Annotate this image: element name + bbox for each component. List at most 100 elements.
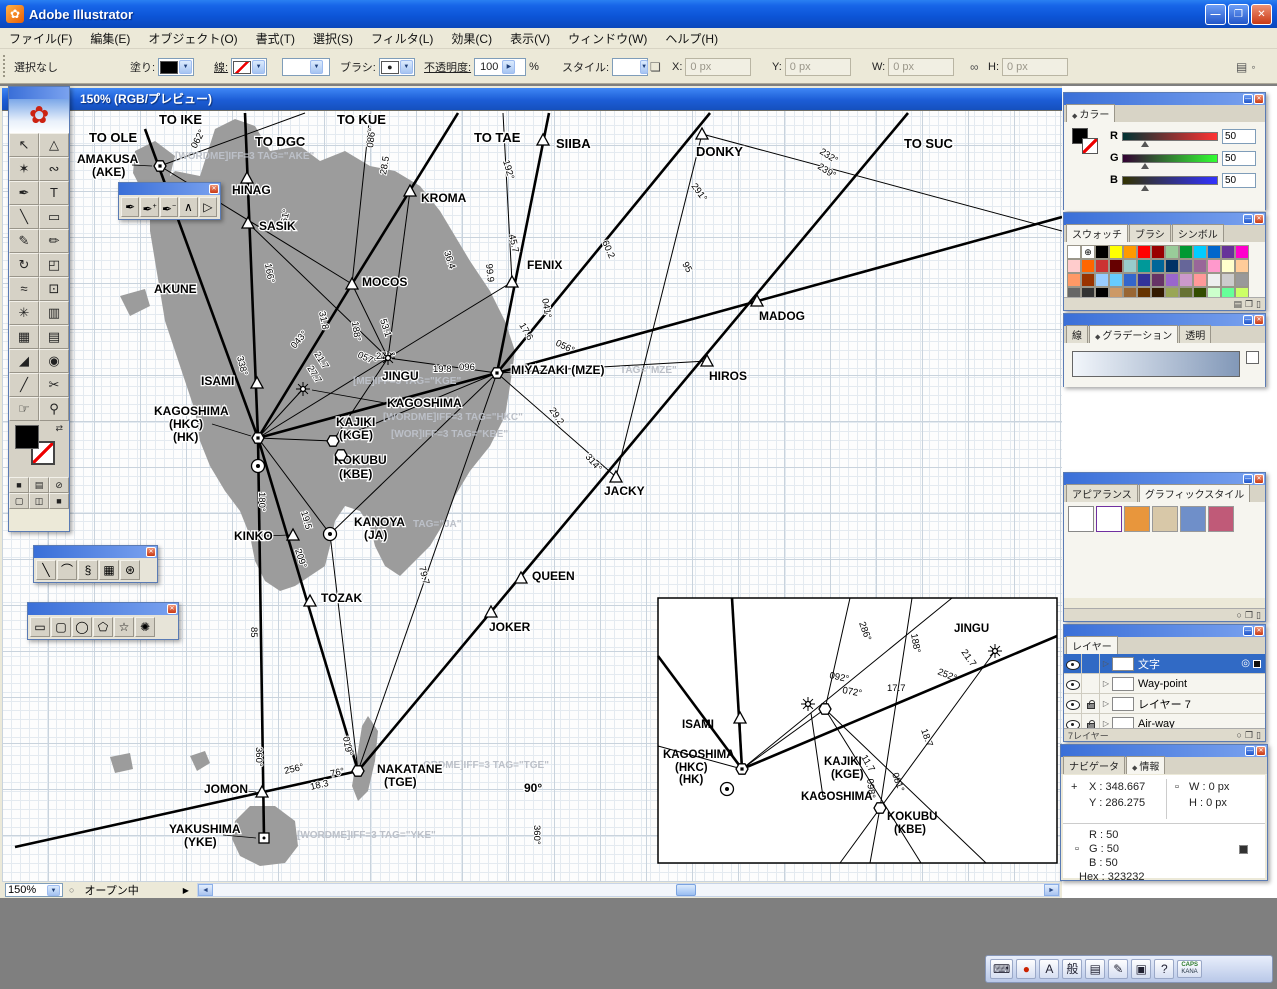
swatch[interactable]: [1081, 273, 1095, 287]
pen-tool[interactable]: ✒: [121, 197, 140, 217]
stroke-label[interactable]: 線:: [214, 59, 228, 75]
swatch[interactable]: [1081, 259, 1095, 273]
scale-tool[interactable]: ◰: [39, 253, 69, 277]
scroll-right-button[interactable]: ►: [1044, 884, 1059, 896]
target-icon[interactable]: ◎: [1241, 658, 1250, 669]
new-layer-icon[interactable]: ❐: [1245, 730, 1253, 741]
gradient-preview[interactable]: [1072, 351, 1240, 377]
none-button[interactable]: ⊘: [49, 477, 69, 493]
mesh-tool[interactable]: ▦: [9, 325, 39, 349]
swatch[interactable]: [1067, 245, 1081, 259]
y-field[interactable]: 0 px: [784, 58, 851, 76]
swatch[interactable]: [1193, 259, 1207, 273]
menu-オブジェクト(O)[interactable]: オブジェクト(O): [139, 28, 246, 49]
menu-ウィンドウ(W)[interactable]: ウィンドウ(W): [559, 28, 656, 49]
graphic-style[interactable]: [1208, 506, 1234, 532]
caps-kana-indicator[interactable]: CAPS KANA: [1177, 960, 1202, 978]
slider-marker[interactable]: [1140, 140, 1149, 147]
swatch[interactable]: [1193, 245, 1207, 259]
break-link-icon[interactable]: ○: [1237, 610, 1242, 620]
swatch[interactable]: [1221, 259, 1235, 273]
gradient-button[interactable]: ▤: [29, 477, 49, 493]
menu-効果(C)[interactable]: 効果(C): [442, 28, 501, 49]
input-mode[interactable]: A: [1039, 959, 1060, 979]
lock-column[interactable]: [1082, 673, 1100, 694]
swatch[interactable]: ⊕: [1081, 245, 1095, 259]
warp-tool[interactable]: ≈: [9, 277, 39, 301]
expand-arrow[interactable]: ▷: [1100, 674, 1112, 694]
document-title-bar[interactable]: 150% (RGB/プレビュー): [2, 88, 1068, 110]
pen-tool[interactable]: ✒: [9, 181, 39, 205]
menu-ファイル(F)[interactable]: ファイル(F): [0, 28, 81, 49]
ime-pad-icon[interactable]: ▤: [1085, 959, 1106, 979]
eyedropper-tool[interactable]: ◢: [9, 349, 39, 373]
props-icon[interactable]: ▣: [1131, 959, 1152, 979]
zoom-combo[interactable]: 150% ▼: [5, 883, 63, 897]
swatch[interactable]: [1109, 259, 1123, 273]
expand-arrow[interactable]: ▷: [1100, 694, 1112, 714]
swatch[interactable]: [1235, 245, 1249, 259]
opacity-label[interactable]: 不透明度:: [424, 59, 471, 75]
spiral-tool[interactable]: §: [78, 560, 98, 580]
blue-slider[interactable]: [1122, 175, 1218, 191]
slider-marker[interactable]: [1140, 162, 1149, 169]
language-icon[interactable]: ●: [1016, 959, 1037, 979]
minimize-icon[interactable]: —: [1243, 315, 1253, 325]
minimize-icon[interactable]: —: [1243, 626, 1253, 636]
brush-combo[interactable]: ● ▼: [378, 58, 415, 76]
swatch[interactable]: [1235, 273, 1249, 287]
swatch[interactable]: [1109, 245, 1123, 259]
graphic-style[interactable]: [1152, 506, 1178, 532]
full-screen-button[interactable]: ■: [49, 493, 69, 509]
tab-シンボル[interactable]: シンボル: [1171, 224, 1224, 242]
conversion-mode[interactable]: 般: [1062, 959, 1083, 979]
swatch[interactable]: [1165, 245, 1179, 259]
maximize-button[interactable]: ❐: [1228, 4, 1249, 25]
tab-ナビゲータ[interactable]: ナビゲータ: [1063, 756, 1125, 774]
lasso-tool[interactable]: ∾: [39, 157, 69, 181]
swatch[interactable]: [1193, 273, 1207, 287]
pencil-tool[interactable]: ✏: [39, 229, 69, 253]
layer-row-レイヤー 7[interactable]: ▷ レイヤー 7: [1064, 693, 1265, 714]
swatch[interactable]: [1179, 245, 1193, 259]
stroke-weight-combo[interactable]: ▼: [282, 58, 330, 76]
minimize-icon[interactable]: —: [1245, 746, 1255, 756]
swatch[interactable]: [1151, 273, 1165, 287]
visibility-toggle[interactable]: [1064, 673, 1082, 694]
close-icon[interactable]: ✕: [146, 547, 156, 557]
blend-tool[interactable]: ◉: [39, 349, 69, 373]
make-clip-mask-icon[interactable]: ○: [1237, 730, 1242, 741]
scroll-left-button[interactable]: ◄: [197, 884, 213, 896]
polar-grid-tool[interactable]: ⊛: [120, 560, 140, 580]
red-slider[interactable]: [1122, 131, 1218, 147]
toolbox-title-bar[interactable]: [9, 87, 69, 99]
graphic-style[interactable]: [1124, 506, 1150, 532]
close-button[interactable]: ✕: [1251, 4, 1272, 25]
polygon-tool[interactable]: ⬠: [93, 617, 113, 637]
document-setup-icon[interactable]: ❏: [650, 60, 661, 74]
tab-グラデーション[interactable]: ◆ グラデーション: [1089, 325, 1179, 343]
dot-icon[interactable]: ◦: [1251, 60, 1255, 74]
bar-grip[interactable]: [3, 55, 7, 77]
swatch[interactable]: [1207, 273, 1221, 287]
slice-tool[interactable]: ╱: [9, 373, 39, 397]
gradient-tool[interactable]: ▤: [39, 325, 69, 349]
close-icon[interactable]: ✕: [1254, 214, 1264, 224]
lock-icon[interactable]: [1082, 693, 1100, 714]
symbol-sprayer-tool[interactable]: ✳: [9, 301, 39, 325]
stroke-color-combo[interactable]: ▼: [231, 58, 268, 76]
pen-icon[interactable]: ✎: [1108, 959, 1129, 979]
selection-tool[interactable]: ↖: [9, 133, 39, 157]
line-palette-title-bar[interactable]: ✕: [34, 546, 157, 558]
swatch[interactable]: [1095, 259, 1109, 273]
visibility-toggle[interactable]: [1064, 653, 1082, 674]
delete-anchor-point-tool[interactable]: ✒−: [159, 197, 179, 217]
new-style-icon[interactable]: ❐: [1245, 610, 1253, 621]
swatch[interactable]: [1151, 259, 1165, 273]
graphic-style[interactable]: [1180, 506, 1206, 532]
delete-swatch-icon[interactable]: ▯: [1256, 299, 1261, 310]
w-field[interactable]: 0 px: [888, 58, 955, 76]
swatch[interactable]: [1137, 245, 1151, 259]
visibility-toggle[interactable]: [1064, 693, 1082, 714]
swatch[interactable]: [1221, 245, 1235, 259]
